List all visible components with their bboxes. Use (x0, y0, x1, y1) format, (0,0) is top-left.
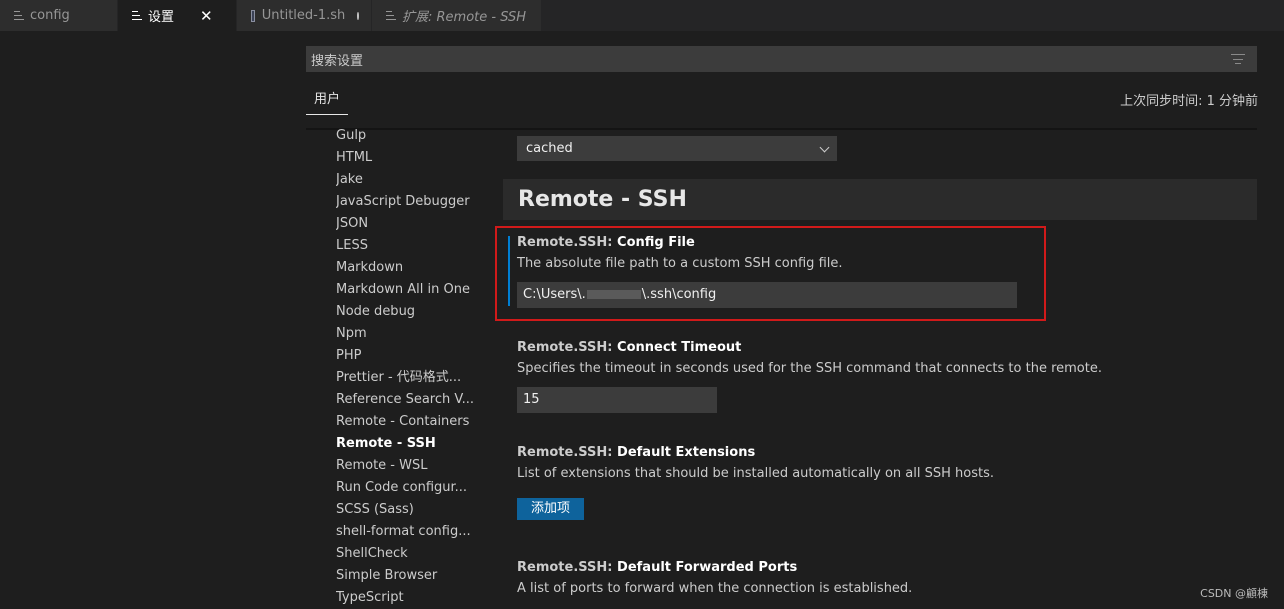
filter-icon[interactable] (1231, 54, 1245, 64)
unsaved-dot-icon[interactable] (357, 11, 359, 20)
search-placeholder: 搜索设置 (311, 53, 364, 69)
toc-item-jake[interactable]: Jake (336, 169, 486, 191)
setting-name: Default Forwarded Ports (617, 560, 798, 575)
watermark: CSDN @顧棟 (1200, 587, 1268, 600)
file-icon (251, 9, 255, 22)
setting-name: Config File (617, 235, 695, 250)
scope-tab-user[interactable]: 用户 (306, 88, 348, 115)
settings-toc: Gulp HTML Jake JavaScript Debugger JSON … (336, 125, 486, 609)
toc-item-markdown-all-in-one[interactable]: Markdown All in One (336, 279, 486, 301)
toc-item-node-debug[interactable]: Node debug (336, 301, 486, 323)
tab-untitled[interactable]: Untitled-1.sh (237, 0, 372, 31)
toc-item-php[interactable]: PHP (336, 345, 486, 367)
toc-item-less[interactable]: LESS (336, 235, 486, 257)
tab-config[interactable]: config (0, 0, 118, 31)
toc-item-remote-wsl[interactable]: Remote - WSL (336, 455, 486, 477)
chevron-down-icon (819, 142, 830, 153)
tab-extension-remote-ssh[interactable]: 扩展: Remote - SSH (372, 0, 542, 31)
section-title-remote-ssh: Remote - SSH (503, 179, 1257, 220)
setting-name: Connect Timeout (617, 340, 742, 355)
editor-tab-bar: config 设置 ✕ Untitled-1.sh 扩展: Remote - S… (0, 0, 1284, 31)
setting-category: Remote.SSH: (517, 445, 618, 460)
tab-label: 扩展: Remote - SSH (402, 10, 527, 25)
setting-category: Remote.SSH: (517, 560, 618, 575)
toc-item-simple-browser[interactable]: Simple Browser (336, 565, 486, 587)
setting-desc-default-extensions: List of extensions that should be instal… (517, 466, 994, 481)
toc-item-json[interactable]: JSON (336, 213, 486, 235)
tab-label: 设置 (148, 10, 175, 25)
config-file-input[interactable]: C:\Users\. \.ssh\config (517, 282, 1017, 308)
toc-item-remote-containers[interactable]: Remote - Containers (336, 411, 486, 433)
select-value: cached (526, 141, 573, 156)
tab-label: Untitled-1.sh (261, 8, 346, 23)
setting-category: Remote.SSH: (517, 235, 618, 250)
toc-item-gulp[interactable]: Gulp (336, 125, 486, 147)
toc-item-javascript-debugger[interactable]: JavaScript Debugger (336, 191, 486, 213)
settings-search-input[interactable]: 搜索设置 (306, 46, 1257, 72)
toc-item-run-code[interactable]: Run Code configur... (336, 477, 486, 499)
config-path-prefix: C:\Users\. (523, 287, 586, 302)
lines-icon (132, 11, 142, 20)
connect-timeout-input[interactable]: 15 (517, 387, 717, 413)
setting-desc-default-forwarded-ports: A list of ports to forward when the conn… (517, 581, 913, 596)
toc-item-remote-ssh[interactable]: Remote - SSH (336, 433, 486, 455)
toc-item-typescript[interactable]: TypeScript (336, 587, 486, 609)
setting-title-default-extensions: Remote.SSH: Default Extensions (517, 445, 755, 460)
lines-icon (14, 11, 24, 20)
close-icon[interactable]: ✕ (200, 7, 213, 25)
setting-title-connect-timeout: Remote.SSH: Connect Timeout (517, 340, 741, 355)
cached-select[interactable]: cached (517, 136, 837, 161)
tab-label: config (30, 8, 70, 23)
focus-indicator (508, 236, 510, 306)
setting-title-config-file: Remote.SSH: Config File (517, 235, 695, 250)
setting-desc-connect-timeout: Specifies the timeout in seconds used fo… (517, 361, 1102, 376)
config-path-suffix: \.ssh\config (641, 287, 717, 302)
setting-name: Default Extensions (617, 445, 756, 460)
tab-settings[interactable]: 设置 ✕ (118, 0, 237, 31)
toc-item-prettier[interactable]: Prettier - 代码格式... (336, 367, 486, 389)
setting-category: Remote.SSH: (517, 340, 618, 355)
add-item-button[interactable]: 添加项 (517, 498, 584, 520)
toc-item-npm[interactable]: Npm (336, 323, 486, 345)
setting-title-default-forwarded-ports: Remote.SSH: Default Forwarded Ports (517, 560, 797, 575)
toc-item-reference-search[interactable]: Reference Search V... (336, 389, 486, 411)
toc-item-html[interactable]: HTML (336, 147, 486, 169)
redacted-username (586, 290, 641, 299)
setting-desc-config-file: The absolute file path to a custom SSH c… (517, 256, 843, 271)
toc-item-shell-format[interactable]: shell-format config... (336, 521, 486, 543)
toc-item-scss[interactable]: SCSS (Sass) (336, 499, 486, 521)
toc-item-shellcheck[interactable]: ShellCheck (336, 543, 486, 565)
extension-icon (386, 11, 396, 20)
toc-item-markdown[interactable]: Markdown (336, 257, 486, 279)
sync-status: 上次同步时间: 1 分钟前 (1120, 94, 1258, 109)
